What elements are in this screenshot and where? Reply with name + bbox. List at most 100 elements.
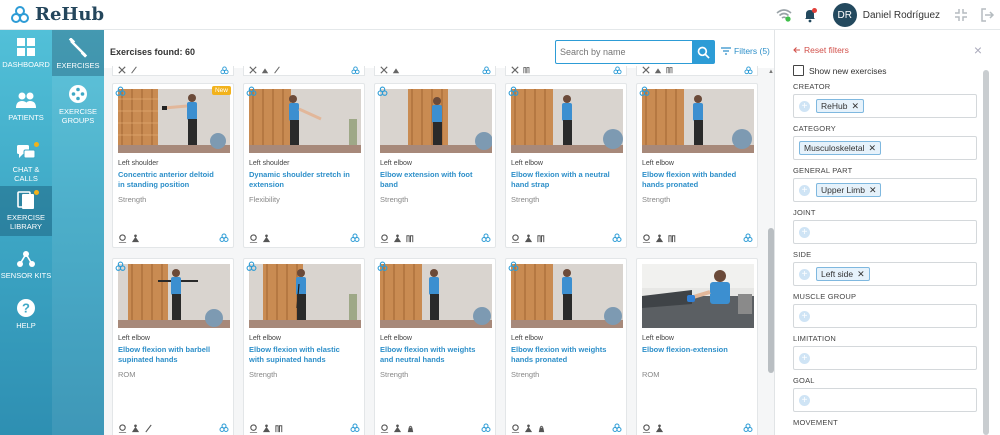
filter-category[interactable]: Musculoskeletal ✕ — [793, 136, 977, 160]
nav-chat-calls[interactable]: CHAT & CALLS — [0, 142, 52, 184]
mat-icon — [393, 424, 402, 433]
user-name[interactable]: Daniel Rodríguez — [863, 10, 940, 21]
exercise-photo — [118, 264, 230, 328]
body-part: Left elbow — [380, 160, 412, 167]
nav-dashboard[interactable]: DASHBOARD — [0, 37, 52, 79]
search-button[interactable] — [692, 41, 714, 63]
fullscreen-toggle[interactable] — [948, 0, 974, 30]
nav-exercises[interactable]: EXERCISES — [52, 30, 104, 76]
exercise-title[interactable]: Dynamic shoulder stretch in extension — [249, 170, 362, 190]
rehub-mini-icon — [220, 66, 229, 75]
filter-goal[interactable]: + — [793, 388, 977, 412]
partial-card[interactable] — [505, 66, 627, 76]
rehub-mini-icon — [219, 233, 229, 242]
library-icon — [17, 191, 34, 209]
add-filter-icon[interactable]: + — [799, 184, 810, 196]
exercise-title[interactable]: Elbow flexion with weights and neutral ha… — [380, 345, 493, 365]
add-filter-icon[interactable]: + — [799, 226, 810, 238]
equipment-icons — [380, 234, 415, 243]
filter-chip[interactable]: Left side ✕ — [816, 267, 870, 281]
body-part: Left elbow — [511, 335, 543, 342]
nav-library-label-1: EXERCISE — [7, 213, 45, 222]
library-dot — [34, 190, 39, 195]
nav-sensor-kits[interactable]: SENSOR KITS — [0, 248, 52, 290]
body-part: Left elbow — [642, 335, 674, 342]
exercise-card[interactable]: Left elbow Elbow flexion with elastic wit… — [243, 258, 365, 435]
partial-card[interactable] — [243, 66, 365, 76]
exercise-card[interactable]: Left elbow Elbow flexion with banded hand… — [636, 83, 758, 248]
exercise-card[interactable]: Left elbow Elbow flexion-extension ROM — [636, 258, 758, 435]
title-line-2: hands pronated — [511, 355, 568, 364]
exercise-title[interactable]: Concentric anterior deltoid in standing p… — [118, 170, 231, 190]
partial-card[interactable] — [636, 66, 758, 76]
remove-chip-icon[interactable]: ✕ — [851, 101, 859, 112]
add-filter-icon[interactable]: + — [799, 310, 810, 322]
filter-side[interactable]: + Left side ✕ — [793, 262, 977, 286]
equipment-icons — [642, 424, 664, 433]
nav-help[interactable]: ? HELP — [0, 298, 52, 340]
title-line-2: and neutral hands — [380, 355, 445, 364]
reset-filters-button[interactable]: Reset filters — [793, 45, 849, 55]
exercise-title[interactable]: Elbow flexion with elastic with supinated… — [249, 345, 362, 365]
filters-button[interactable]: Filters (5) — [721, 46, 770, 56]
nav-exercise-groups[interactable]: EXERCISE GROUPS — [52, 84, 104, 132]
filter-general-part[interactable]: + Upper Limb ✕ — [793, 178, 977, 202]
filter-label-creator: CREATOR — [793, 82, 831, 91]
rehub-mini-icon — [743, 233, 753, 242]
filter-scroll-thumb[interactable] — [983, 70, 989, 435]
filter-chip[interactable]: Musculoskeletal ✕ — [799, 141, 882, 155]
show-new-exercises[interactable]: Show new exercises — [793, 65, 886, 76]
exercise-card[interactable]: Left elbow Elbow flexion with weights han… — [505, 258, 627, 435]
partial-card[interactable] — [112, 66, 234, 76]
logout-button[interactable] — [974, 0, 1000, 30]
dumbbell-icon — [642, 66, 650, 74]
add-filter-icon[interactable]: + — [799, 352, 810, 364]
avatar[interactable]: DR — [832, 3, 857, 27]
exercise-title[interactable]: Elbow flexion-extension — [642, 345, 755, 355]
equipment-icons — [249, 66, 281, 74]
wifi-status[interactable] — [771, 0, 797, 30]
weight-icon — [538, 425, 545, 433]
exercise-card[interactable]: Left elbow Elbow extension with foot band… — [374, 83, 496, 248]
notifications-button[interactable] — [797, 0, 823, 30]
partial-card[interactable] — [374, 66, 496, 76]
add-filter-icon[interactable]: + — [799, 268, 810, 280]
remove-chip-icon[interactable]: ✕ — [869, 185, 877, 196]
filter-joint[interactable]: + — [793, 220, 977, 244]
filter-chip[interactable]: ReHub ✕ — [816, 99, 865, 113]
add-filter-icon[interactable]: + — [799, 394, 810, 406]
close-icon[interactable]: × — [974, 42, 982, 58]
exercise-title[interactable]: Elbow flexion with a neutral hand strap — [511, 170, 624, 190]
show-new-checkbox[interactable] — [793, 65, 804, 76]
person-stand-icon — [118, 234, 127, 243]
exercise-card[interactable]: Left elbow Elbow flexion with weights and… — [374, 258, 496, 435]
filter-creator[interactable]: + ReHub ✕ — [793, 94, 977, 118]
filter-scrollbar[interactable] — [983, 62, 989, 435]
search-input[interactable] — [556, 41, 693, 63]
nav-exercise-library[interactable]: EXERCISE LIBRARY — [0, 186, 52, 236]
equipment-icons — [249, 424, 284, 433]
exercise-card[interactable]: Left elbow Elbow flexion with barbell sup… — [112, 258, 234, 435]
remove-chip-icon[interactable]: ✕ — [868, 143, 876, 154]
title-line-2: hand strap — [511, 180, 550, 189]
exercise-card[interactable]: New Left shoulder Concentric anterior de… — [112, 83, 234, 248]
exercise-card[interactable]: Left elbow Elbow flexion with a neutral h… — [505, 83, 627, 248]
exercise-title[interactable]: Elbow flexion with banded hands pronated — [642, 170, 755, 190]
exercise-category: ROM — [118, 370, 136, 379]
nav-library-label-2: LIBRARY — [10, 222, 42, 231]
app-logo[interactable]: ReHub — [10, 4, 104, 25]
nav-patients[interactable]: PATIENTS — [0, 90, 52, 132]
add-filter-icon[interactable]: + — [799, 100, 810, 112]
filter-chip[interactable]: Upper Limb ✕ — [816, 183, 882, 197]
exercise-title[interactable]: Elbow flexion with barbell supinated hand… — [118, 345, 231, 365]
person-stand-icon — [511, 234, 520, 243]
exercise-title[interactable]: Elbow flexion with weights hands pronated — [511, 345, 624, 365]
filter-limitation[interactable]: + — [793, 346, 977, 370]
exercise-title[interactable]: Elbow extension with foot band — [380, 170, 493, 190]
exercise-card[interactable]: Left shoulder Dynamic shoulder stretch i… — [243, 83, 365, 248]
remove-chip-icon[interactable]: ✕ — [857, 269, 865, 280]
groups-icon — [69, 85, 87, 103]
rehub-corner-icon — [115, 261, 126, 271]
chip-label: Left side — [821, 269, 854, 279]
filter-muscle-group[interactable]: + — [793, 304, 977, 328]
